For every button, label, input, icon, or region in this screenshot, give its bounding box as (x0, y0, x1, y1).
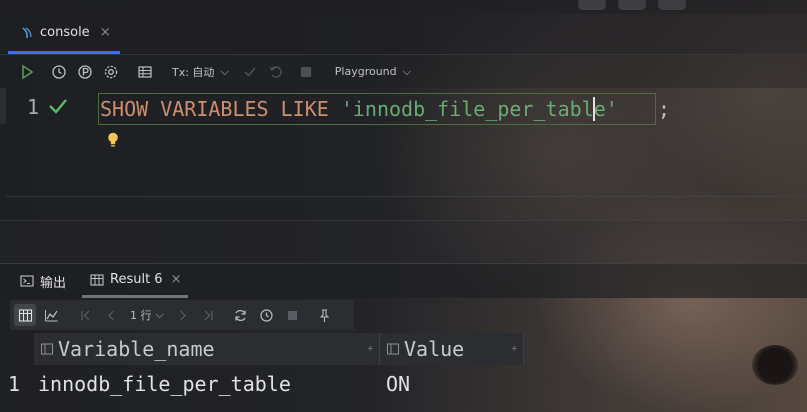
window-button[interactable] (658, 0, 686, 10)
transaction-mode-dropdown[interactable]: Tx: 自动 ⌵ (168, 61, 233, 83)
check-icon (244, 67, 256, 77)
play-icon (22, 64, 34, 79)
page-size-label: 1 行 (130, 309, 152, 322)
text-caret (593, 97, 595, 121)
tab-result-label: Result 6 (110, 272, 163, 287)
schema-dropdown[interactable]: Playground ⌵ (331, 61, 415, 83)
commit-button[interactable] (239, 61, 261, 83)
next-page-button[interactable] (172, 304, 194, 326)
reload-button[interactable] (230, 304, 252, 326)
last-page-button[interactable] (198, 304, 220, 326)
sql-string-literal: 'innodb_file_per_table' (340, 97, 618, 121)
empty-panel-region (0, 220, 807, 263)
tab-console[interactable]: console × (8, 14, 120, 54)
window-button[interactable] (578, 0, 606, 10)
stop-icon (300, 66, 311, 77)
database-console-icon (22, 26, 32, 38)
sql-statement[interactable]: SHOW VARIABLES LIKE 'innodb_file_per_tab… (98, 93, 656, 125)
column-header[interactable]: Value ÷ (380, 333, 524, 365)
refresh-interval-button[interactable] (256, 304, 278, 326)
schema-label: Playground (334, 65, 397, 78)
top-window-strip (0, 0, 807, 14)
clock-icon (52, 64, 66, 79)
gutter-marker (0, 88, 6, 124)
chevron-right-icon (180, 310, 187, 320)
gear-icon (104, 65, 118, 78)
table-icon (138, 65, 152, 78)
chevron-left-icon (107, 310, 114, 320)
timer-icon (260, 308, 273, 322)
intention-bulb-icon[interactable] (106, 131, 120, 149)
column-icon (387, 343, 399, 355)
sort-icon[interactable]: ÷ (512, 344, 517, 354)
statement-terminator: ; (658, 97, 671, 121)
table-cell[interactable]: ON (382, 369, 526, 401)
sort-icon[interactable]: ÷ (368, 344, 373, 354)
tab-output-label: 输出 (40, 275, 67, 291)
pin-icon (320, 308, 330, 322)
table-icon (18, 308, 32, 322)
p-circle-icon (78, 64, 92, 79)
table-row[interactable]: 1 innodb_file_per_table ON (4, 369, 526, 401)
settings-button[interactable] (100, 61, 122, 83)
result-grid-toolbar: 1 行 ⌵ (10, 300, 354, 330)
stop-button[interactable] (295, 61, 317, 83)
close-icon[interactable]: × (171, 272, 182, 287)
chevron-down-icon: ⌵ (155, 308, 164, 321)
undo-icon (269, 65, 282, 78)
line-number: 1 (27, 95, 40, 119)
first-page-button[interactable] (74, 304, 96, 326)
run-button[interactable] (16, 61, 38, 83)
previous-page-button[interactable] (100, 304, 122, 326)
column-header[interactable]: Variable_name ÷ (34, 333, 380, 365)
background-eye (752, 345, 798, 385)
editor-tab-bar: console × (0, 14, 807, 55)
divider (6, 196, 807, 197)
table-header: Variable_name ÷ Value ÷ (34, 333, 524, 365)
services-tab-bar: 输出 Result 6 × (0, 263, 807, 298)
tab-output[interactable]: 输出 (20, 264, 66, 298)
window-button[interactable] (618, 0, 646, 10)
pin-result-button[interactable] (314, 304, 336, 326)
rollback-button[interactable] (265, 61, 287, 83)
table-view-button[interactable] (14, 304, 36, 326)
transaction-mode-label: Tx: 自动 (172, 65, 215, 79)
chevron-down-icon: ⌵ (402, 64, 411, 78)
last-page-icon (204, 310, 213, 320)
tab-result[interactable]: Result 6 × (82, 264, 188, 298)
table-icon (90, 273, 104, 286)
tab-console-label: console (40, 25, 90, 40)
cancel-query-button[interactable] (282, 304, 304, 326)
stop-icon (288, 310, 298, 320)
page-size-dropdown[interactable]: 1 行 ⌵ (126, 304, 168, 326)
column-icon (41, 343, 53, 355)
column-header-label: Variable_name (58, 337, 215, 361)
chart-view-button[interactable] (40, 304, 62, 326)
column-header-label: Value (404, 337, 465, 361)
sql-keywords: SHOW VARIABLES LIKE (100, 97, 341, 121)
sql-editor[interactable]: 1 SHOW VARIABLES LIKE 'innodb_file_per_t… (0, 88, 807, 220)
first-page-icon (80, 310, 89, 320)
execution-success-check-icon (49, 99, 67, 114)
row-number: 1 (8, 372, 21, 396)
close-icon[interactable]: × (100, 25, 111, 40)
history-button[interactable] (48, 61, 70, 83)
pin-tab-button[interactable] (74, 61, 96, 83)
editor-toolbar: Tx: 自动 ⌵ Playground ⌵ (0, 55, 807, 88)
table-cell[interactable]: innodb_file_per_table (36, 369, 382, 401)
results-table-button[interactable] (134, 61, 156, 83)
refresh-icon (235, 309, 246, 321)
line-chart-icon (44, 309, 58, 321)
terminal-icon (20, 275, 34, 287)
chevron-down-icon: ⌵ (220, 64, 229, 78)
